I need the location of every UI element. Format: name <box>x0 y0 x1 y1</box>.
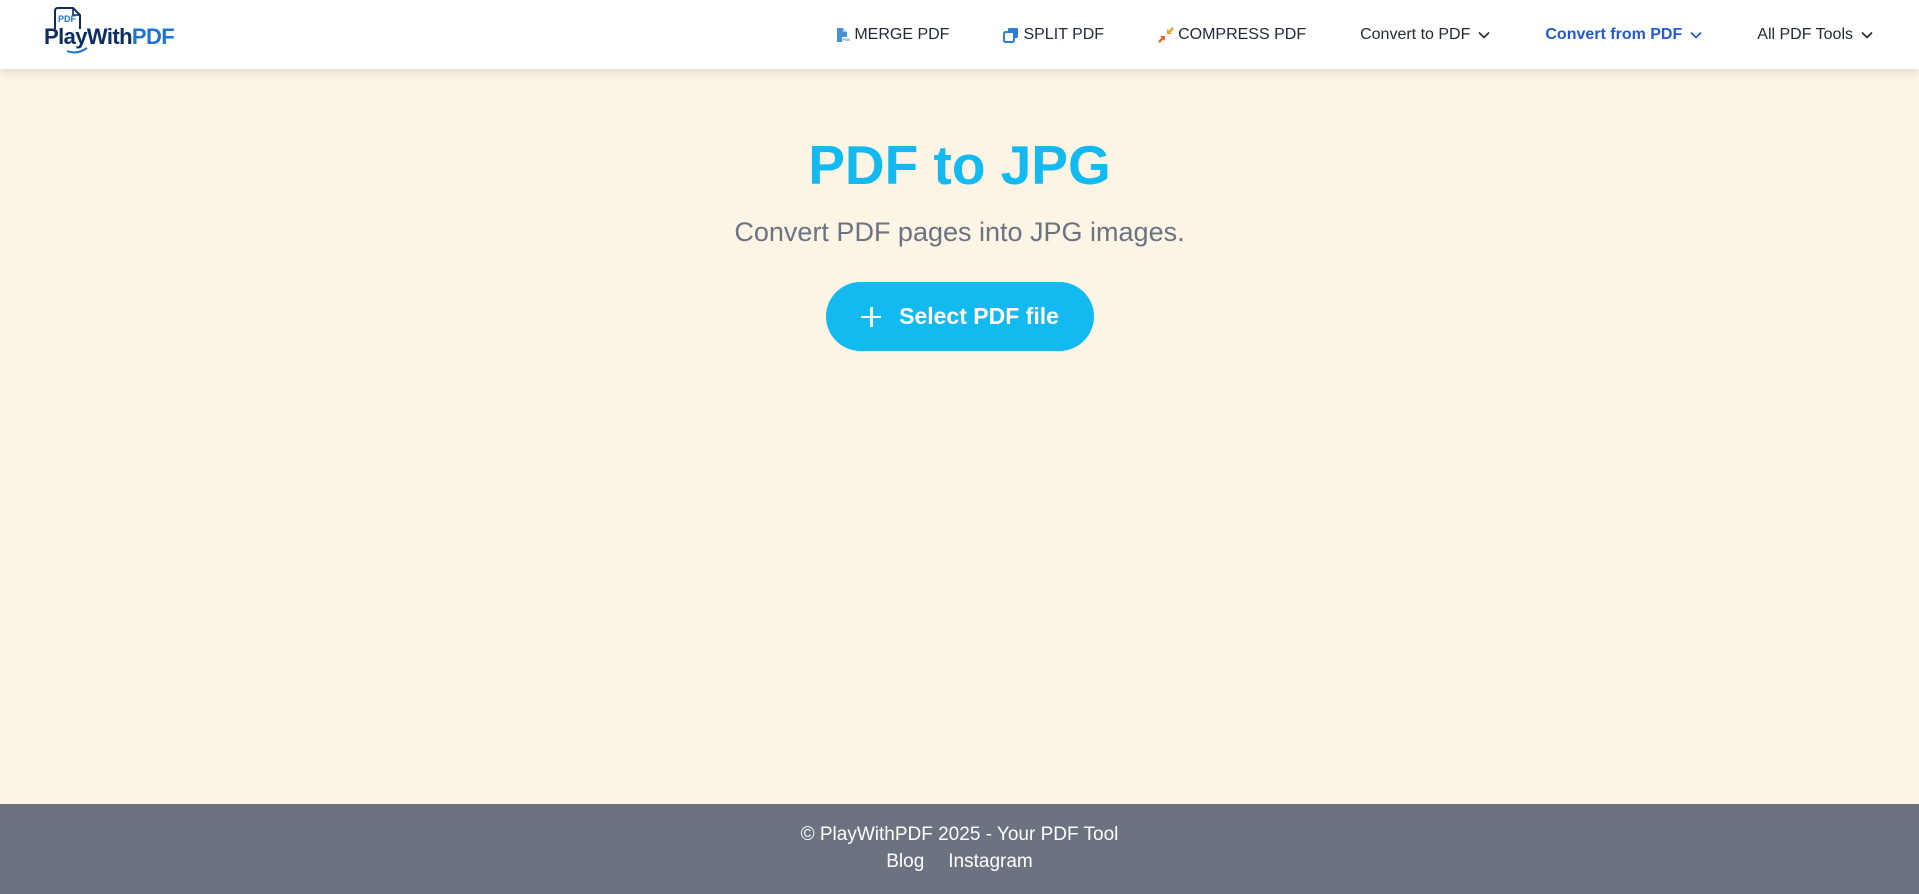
chevron-down-icon <box>1861 31 1873 39</box>
logo-wordmark: PlayWithPDF <box>44 24 175 49</box>
chevron-down-icon <box>1690 31 1702 39</box>
site-logo[interactable]: PDF PlayWithPDF <box>43 7 177 55</box>
svg-text:PNG: PNG <box>843 37 851 42</box>
nav-compress-pdf-label: COMPRESS PDF <box>1178 25 1307 43</box>
nav-merge-pdf[interactable]: PNG MERGE PDF <box>834 26 949 44</box>
main-navigation: PNG MERGE PDF SPLIT PDF COMPRESS PDF Con… <box>834 0 1874 69</box>
site-header: PDF PlayWithPDF PNG MERGE PDF SPLIT PDF <box>0 0 1919 69</box>
nav-convert-from-pdf[interactable]: Convert from PDF <box>1545 26 1703 44</box>
select-pdf-file-button[interactable]: Select PDF file <box>826 282 1094 351</box>
footer-link-blog[interactable]: Blog <box>886 851 924 873</box>
nav-split-pdf-label: SPLIT PDF <box>1023 25 1105 43</box>
main-content: PDF to JPG Convert PDF pages into JPG im… <box>0 69 1919 804</box>
plus-icon <box>861 306 882 327</box>
nav-all-pdf-tools-label: All PDF Tools <box>1757 25 1853 43</box>
compress-pdf-icon <box>1158 26 1174 43</box>
nav-split-pdf[interactable]: SPLIT PDF <box>1003 26 1104 44</box>
nav-convert-from-pdf-label: Convert from PDF <box>1545 25 1683 43</box>
page-title: PDF to JPG <box>808 134 1111 196</box>
nav-merge-pdf-label: MERGE PDF <box>854 25 950 43</box>
nav-all-pdf-tools[interactable]: All PDF Tools <box>1757 26 1874 44</box>
page-subtitle: Convert PDF pages into JPG images. <box>734 217 1185 247</box>
footer-link-instagram[interactable]: Instagram <box>948 851 1032 873</box>
svg-text:PDF: PDF <box>58 14 77 24</box>
merge-pdf-icon: PNG <box>837 27 851 42</box>
footer-copyright: © PlayWithPDF 2025 - Your PDF Tool <box>800 824 1119 845</box>
split-pdf-icon <box>1003 27 1019 43</box>
nav-convert-to-pdf-label: Convert to PDF <box>1360 25 1471 43</box>
nav-convert-to-pdf[interactable]: Convert to PDF <box>1360 26 1491 44</box>
chevron-down-icon <box>1478 31 1490 39</box>
nav-compress-pdf[interactable]: COMPRESS PDF <box>1158 26 1306 44</box>
select-pdf-file-label: Select PDF file <box>899 303 1059 329</box>
site-footer: © PlayWithPDF 2025 - Your PDF Tool Blog … <box>0 804 1919 894</box>
footer-links: Blog Instagram <box>0 851 1919 873</box>
